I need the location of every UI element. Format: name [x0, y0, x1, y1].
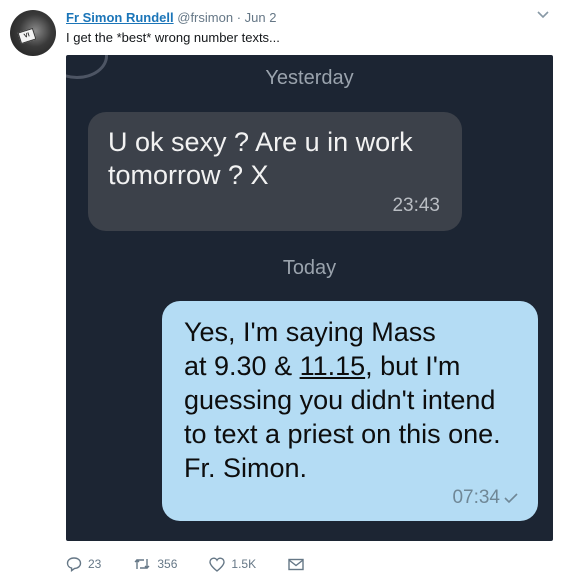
received-message-text: U ok sexy ? Are u in work tomorrow ? X [108, 127, 413, 190]
check-icon [504, 493, 518, 504]
sent-line-2: at 9.30 & 11.15, but I'm [184, 349, 524, 383]
received-message-time: 23:43 [392, 195, 440, 216]
chevron-down-icon[interactable] [536, 8, 550, 22]
retweet-count: 356 [157, 557, 178, 571]
sent-message-bubble: Yes, I'm saying Mass at 9.30 & 11.15, bu… [162, 301, 538, 521]
sent-message-text: Yes, I'm saying Mass at 9.30 & 11.15, bu… [184, 315, 524, 485]
retweet-icon [134, 559, 150, 569]
envelope-icon [288, 558, 304, 570]
reply-count: 23 [88, 557, 102, 571]
day-label-today: Today [282, 257, 337, 279]
tweet-date[interactable]: · Jun 2 [237, 10, 277, 25]
message-button[interactable] [288, 558, 304, 571]
reply-icon [66, 557, 82, 572]
received-message-bubble: U ok sexy ? Are u in work tomorrow ? X 2… [88, 112, 462, 231]
day-label-yesterday: Yesterday [265, 67, 354, 89]
tweet-photo[interactable]: Yesterday U ok sexy ? Are u in work tomo… [66, 55, 553, 541]
author-handle[interactable]: @frsimon [177, 10, 233, 25]
sent-message-meta: 07:34 [452, 487, 518, 509]
sent-line-5: Fr. Simon. [184, 453, 308, 483]
tweet-text: I get the *best* wrong number texts... [66, 30, 280, 45]
reply-button[interactable]: 23 [66, 556, 101, 572]
tweet-header: Fr Simon Rundell @frsimon · Jun 2 [66, 10, 554, 30]
sent-line-4: to text a priest on this one. [184, 419, 501, 449]
tweet-actions: 23 356 1.5K [66, 552, 336, 576]
like-button[interactable]: 1.5K [209, 556, 257, 572]
author-name[interactable]: Fr Simon Rundell [66, 10, 174, 25]
avatar-collar-badge: VI [17, 27, 37, 45]
sent-line-2b: , but I'm [365, 351, 461, 381]
sent-line-2a: at 9.30 & [184, 351, 300, 381]
sent-message-time: 07:34 [452, 487, 500, 508]
time-link: 11.15 [299, 351, 366, 381]
like-count: 1.5K [231, 557, 257, 571]
sent-line-1: Yes, I'm saying Mass [184, 317, 436, 347]
heart-icon [209, 556, 226, 572]
sent-line-3: guessing you didn't intend [184, 385, 496, 415]
retweet-button[interactable]: 356 [133, 557, 177, 571]
avatar[interactable]: VI [10, 10, 56, 56]
